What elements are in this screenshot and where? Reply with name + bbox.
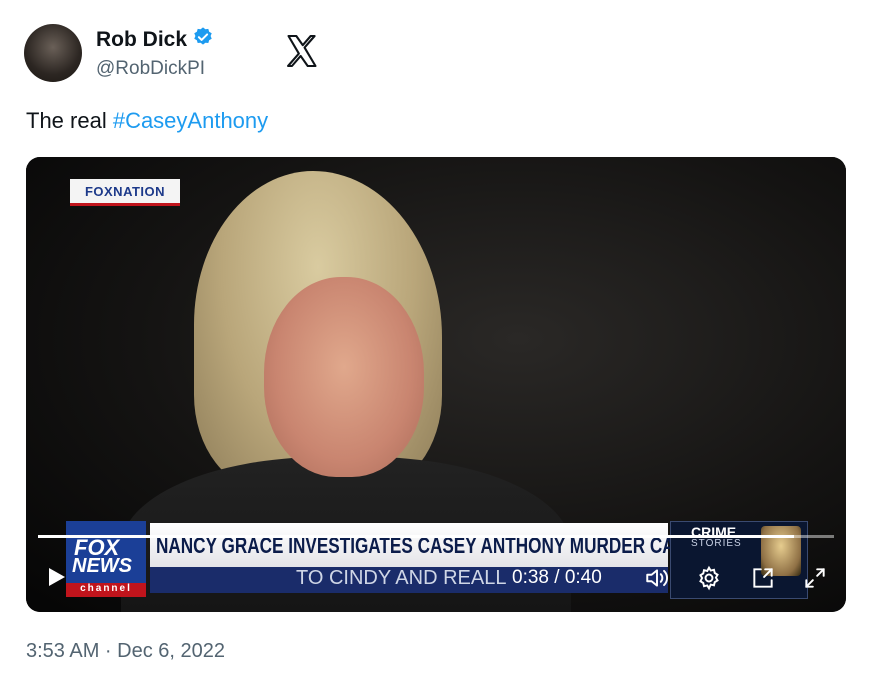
video-subject-face [264, 277, 424, 477]
settings-icon[interactable] [696, 565, 722, 591]
fox-nation-logo: FOXNATION [70, 179, 180, 206]
fox-news-logo-line2: NEWS [72, 555, 132, 577]
crime-stories-promo: CRIME STORIES [670, 521, 808, 599]
x-logo-icon[interactable] [284, 33, 320, 69]
hashtag-link[interactable]: #CaseyAnthony [113, 108, 268, 133]
promo-subtitle: STORIES [691, 538, 742, 549]
fox-news-logo-line3: channel [66, 583, 146, 597]
tweet-text-prefix: The real [26, 108, 113, 133]
avatar[interactable] [24, 24, 82, 82]
fox-news-logo: FOX NEWS channel [66, 521, 146, 597]
play-icon[interactable] [44, 565, 68, 589]
video-player[interactable]: FOXNATION FOX NEWS channel NANCY GRACE I… [26, 157, 846, 612]
video-subtitle: TO CINDY AND REALL [296, 567, 507, 589]
verified-badge-icon [192, 26, 214, 53]
video-progress-bar[interactable] [38, 535, 834, 538]
pip-icon[interactable] [750, 565, 776, 591]
tweet-timestamp[interactable]: 3:53 AM · Dec 6, 2022 [26, 640, 225, 663]
fullscreen-icon[interactable] [802, 565, 828, 591]
author-handle[interactable]: @RobDickPI [96, 58, 205, 80]
volume-icon[interactable] [644, 565, 670, 591]
author-name[interactable]: Rob Dick [96, 28, 187, 52]
author-name-row: Rob Dick [96, 26, 214, 53]
video-progress-fill [38, 535, 795, 538]
video-time: 0:38 / 0:40 [512, 567, 602, 588]
tweet-text: The real #CaseyAnthony [26, 108, 268, 134]
